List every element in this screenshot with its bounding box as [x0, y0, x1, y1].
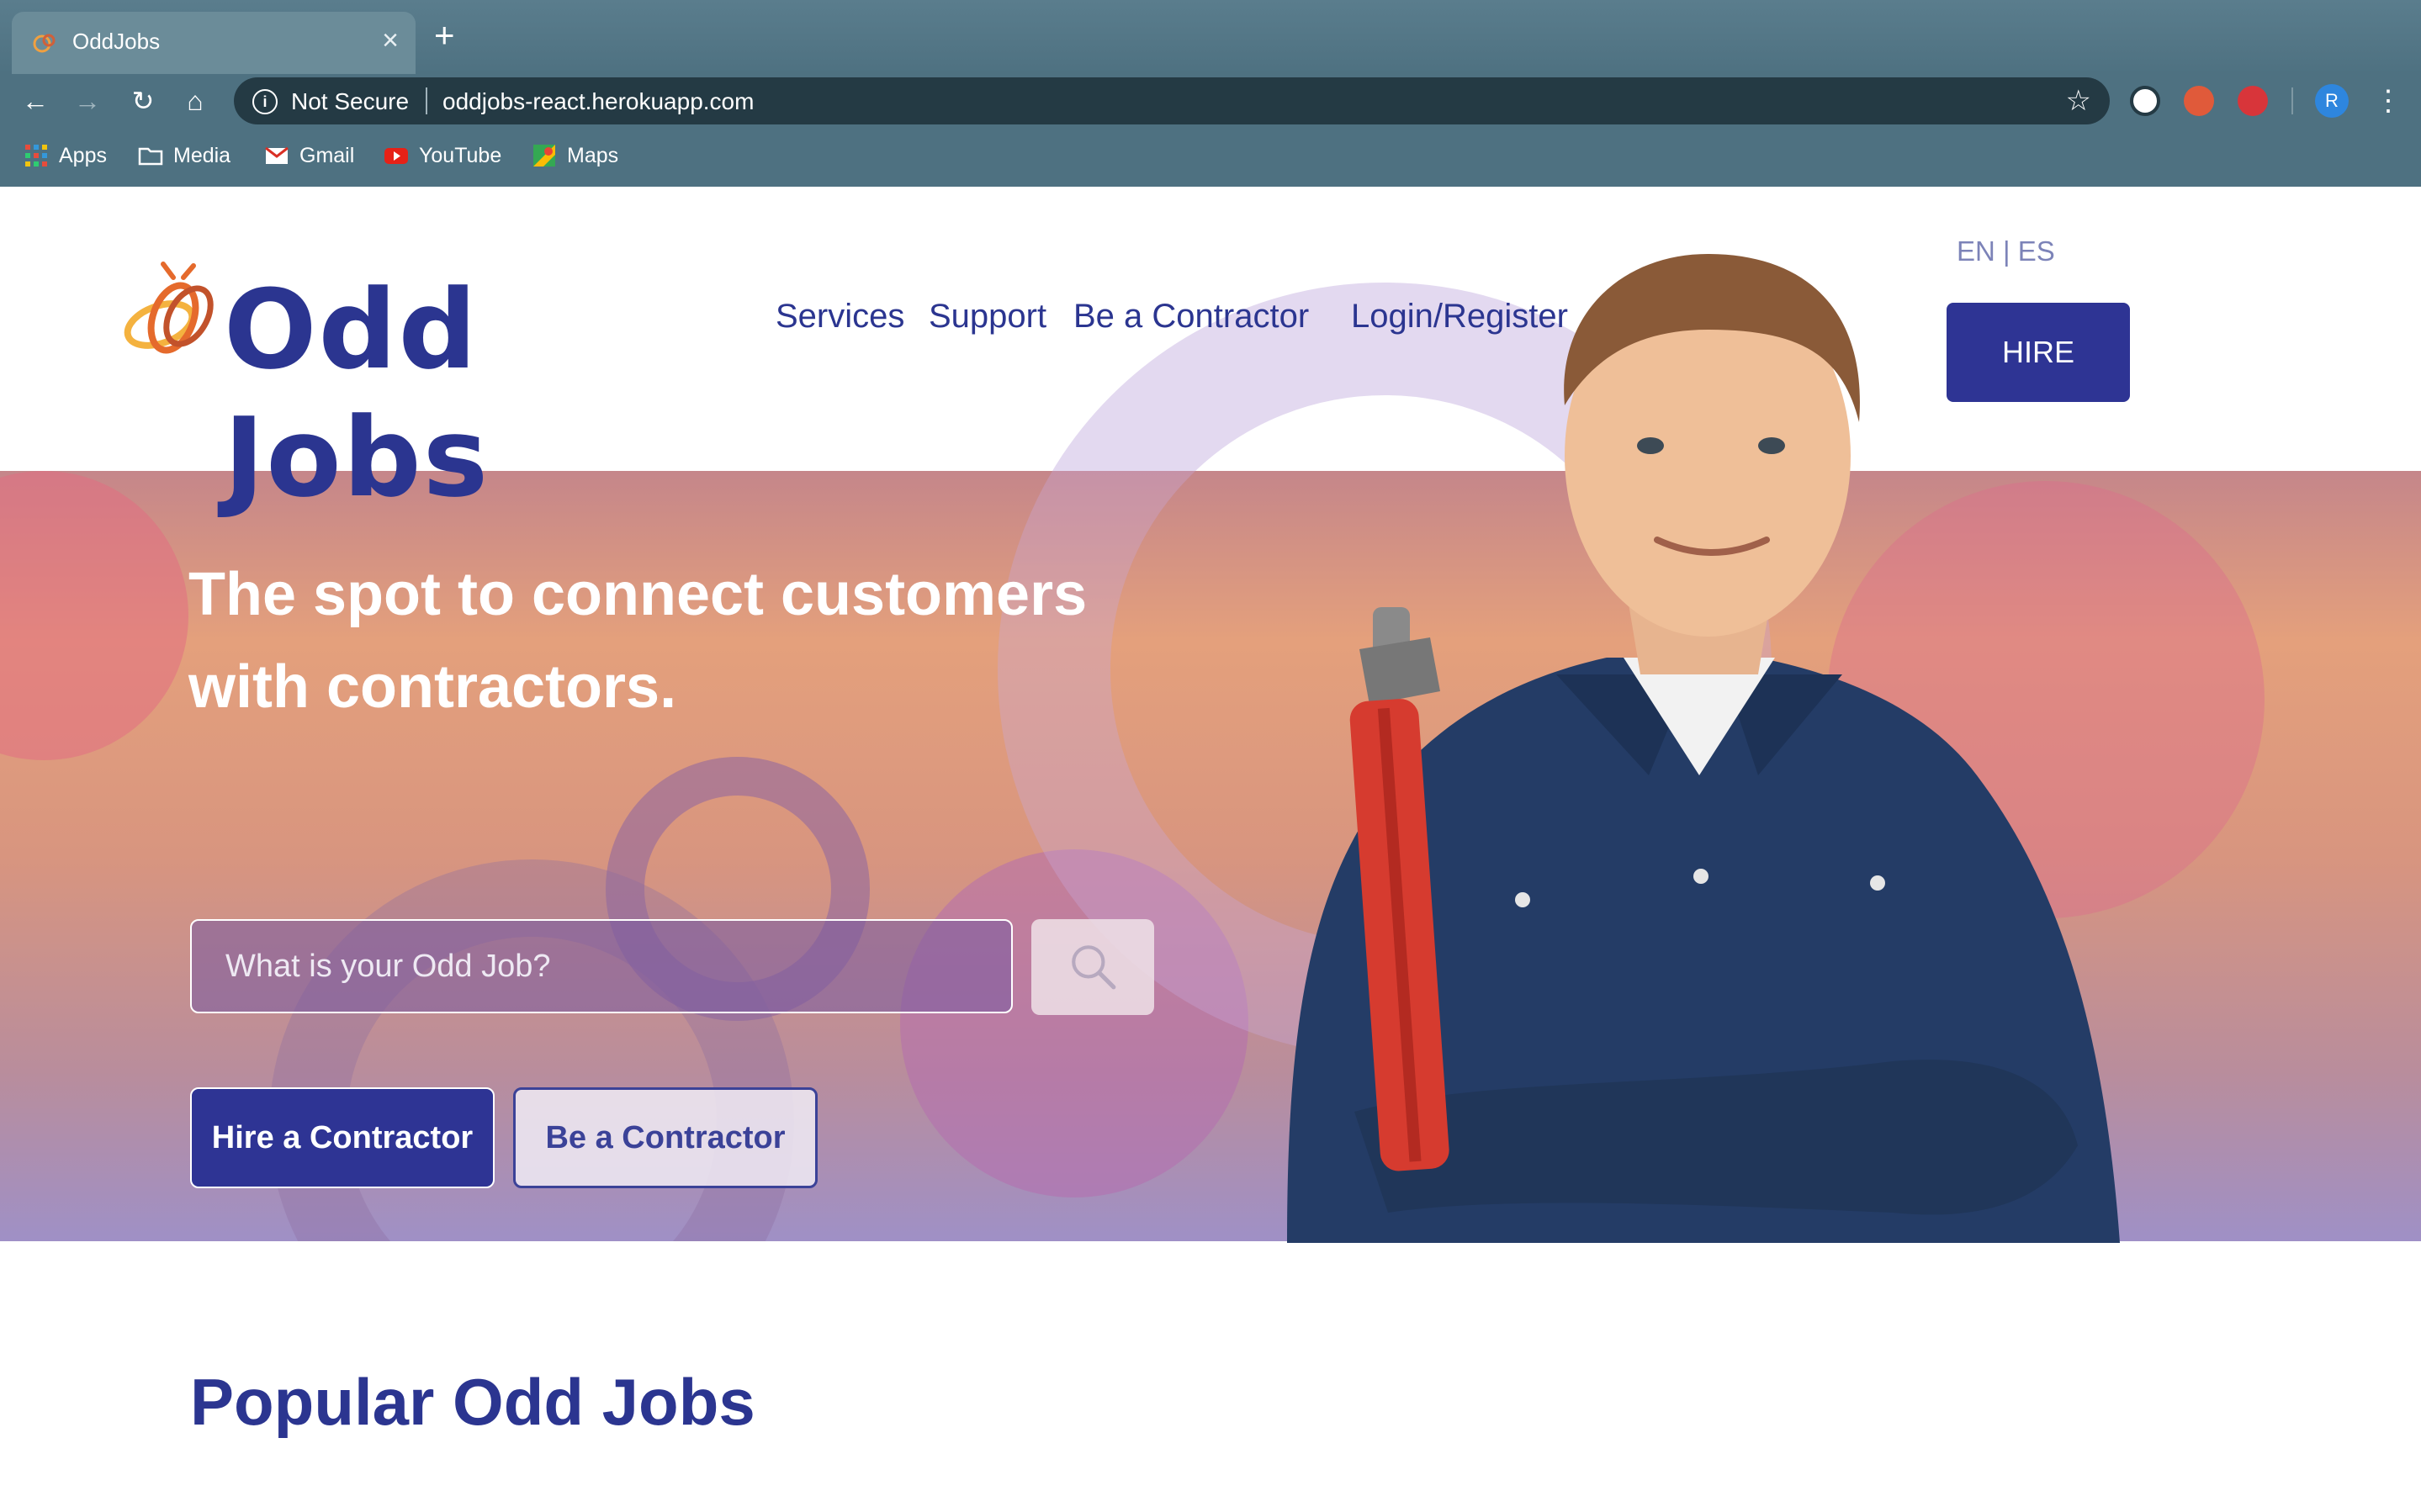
bookmark-label: Media	[173, 143, 231, 167]
bee-logo-icon	[124, 262, 214, 354]
security-label: Not Secure	[291, 88, 410, 114]
bookmark-youtube[interactable]: YouTube	[384, 141, 501, 170]
browser-toolbar: ← → ↻ ⌂ i Not Secure oddjobs-react.herok…	[0, 74, 2421, 128]
page-content: Odd Jobs Services Support Be a Contracto…	[0, 187, 2421, 1512]
decor-circle	[0, 471, 188, 760]
bookmark-media[interactable]: Media	[138, 141, 230, 170]
headline-line-2: with contractors.	[188, 653, 677, 721]
info-icon[interactable]: i	[252, 89, 278, 114]
hero-headline: The spot to connect customers with contr…	[188, 548, 1215, 733]
logo-text: Odd Jobs	[224, 266, 490, 521]
gmail-icon	[265, 146, 289, 164]
extension-icon[interactable]	[2130, 86, 2160, 116]
address-separator	[426, 87, 427, 114]
address-bar[interactable]: i Not Secure oddjobs-react.herokuapp.com…	[234, 77, 2110, 124]
browser-tab[interactable]: OddJobs ×	[12, 12, 416, 74]
reload-icon[interactable]: ↻	[126, 84, 160, 118]
extension-ladybug-icon[interactable]	[2238, 86, 2268, 116]
site-logo[interactable]: Odd Jobs	[119, 259, 666, 521]
bookmark-gmail[interactable]: Gmail	[264, 141, 354, 170]
bookmark-maps[interactable]: Maps	[532, 141, 618, 170]
bookmarks-bar: Apps Media Gmail YouTube Maps	[0, 128, 2421, 188]
nav-be-a-contractor[interactable]: Be a Contractor	[1073, 298, 1309, 336]
url-text[interactable]: oddjobs-react.herokuapp.com	[442, 88, 754, 115]
nav-login-register[interactable]: Login/Register	[1351, 298, 1568, 336]
nav-support[interactable]: Support	[929, 298, 1046, 336]
bookmark-label: Gmail	[299, 143, 355, 167]
lang-es[interactable]: ES	[2018, 235, 2055, 267]
bookmark-label: Apps	[59, 143, 107, 167]
back-icon[interactable]: ←	[19, 84, 52, 118]
headline-line-1: The spot to connect customers	[188, 561, 1088, 628]
popular-jobs-heading: Popular Odd Jobs	[190, 1365, 755, 1439]
folder-icon	[138, 147, 163, 166]
maps-icon	[533, 145, 555, 167]
close-tab-icon[interactable]: ×	[382, 24, 399, 57]
lang-separator: |	[1995, 235, 2018, 267]
lang-en[interactable]: EN	[1957, 235, 1995, 267]
tab-title: OddJobs	[72, 29, 161, 54]
oddjobs-favicon-icon	[33, 34, 56, 53]
home-icon[interactable]: ⌂	[178, 84, 212, 118]
extension-santa-icon[interactable]	[2184, 86, 2214, 116]
job-search-input[interactable]	[190, 919, 1013, 1013]
bookmark-apps[interactable]: Apps	[24, 141, 107, 170]
browser-menu-icon[interactable]: ⋮	[2374, 84, 2402, 118]
profile-avatar[interactable]: R	[2315, 84, 2349, 118]
search-button[interactable]	[1031, 919, 1154, 1015]
be-a-contractor-button[interactable]: Be a Contractor	[513, 1087, 818, 1188]
hire-button[interactable]: HIRE	[1947, 303, 2130, 402]
hire-a-contractor-button[interactable]: Hire a Contractor	[190, 1087, 495, 1188]
forward-icon[interactable]: →	[71, 84, 104, 118]
new-tab-icon[interactable]: +	[434, 17, 455, 54]
browser-tab-strip: OddJobs × +	[0, 0, 2421, 74]
toolbar-divider	[2291, 87, 2293, 114]
apps-grid-icon	[25, 145, 47, 167]
bookmark-label: Maps	[567, 143, 619, 167]
bookmark-star-icon[interactable]: ☆	[2066, 84, 2091, 118]
language-switcher: EN | ES	[1957, 235, 2055, 267]
youtube-icon	[384, 148, 408, 164]
bookmark-label: YouTube	[419, 143, 502, 167]
nav-services[interactable]: Services	[776, 298, 904, 336]
search-icon	[1072, 944, 1116, 989]
